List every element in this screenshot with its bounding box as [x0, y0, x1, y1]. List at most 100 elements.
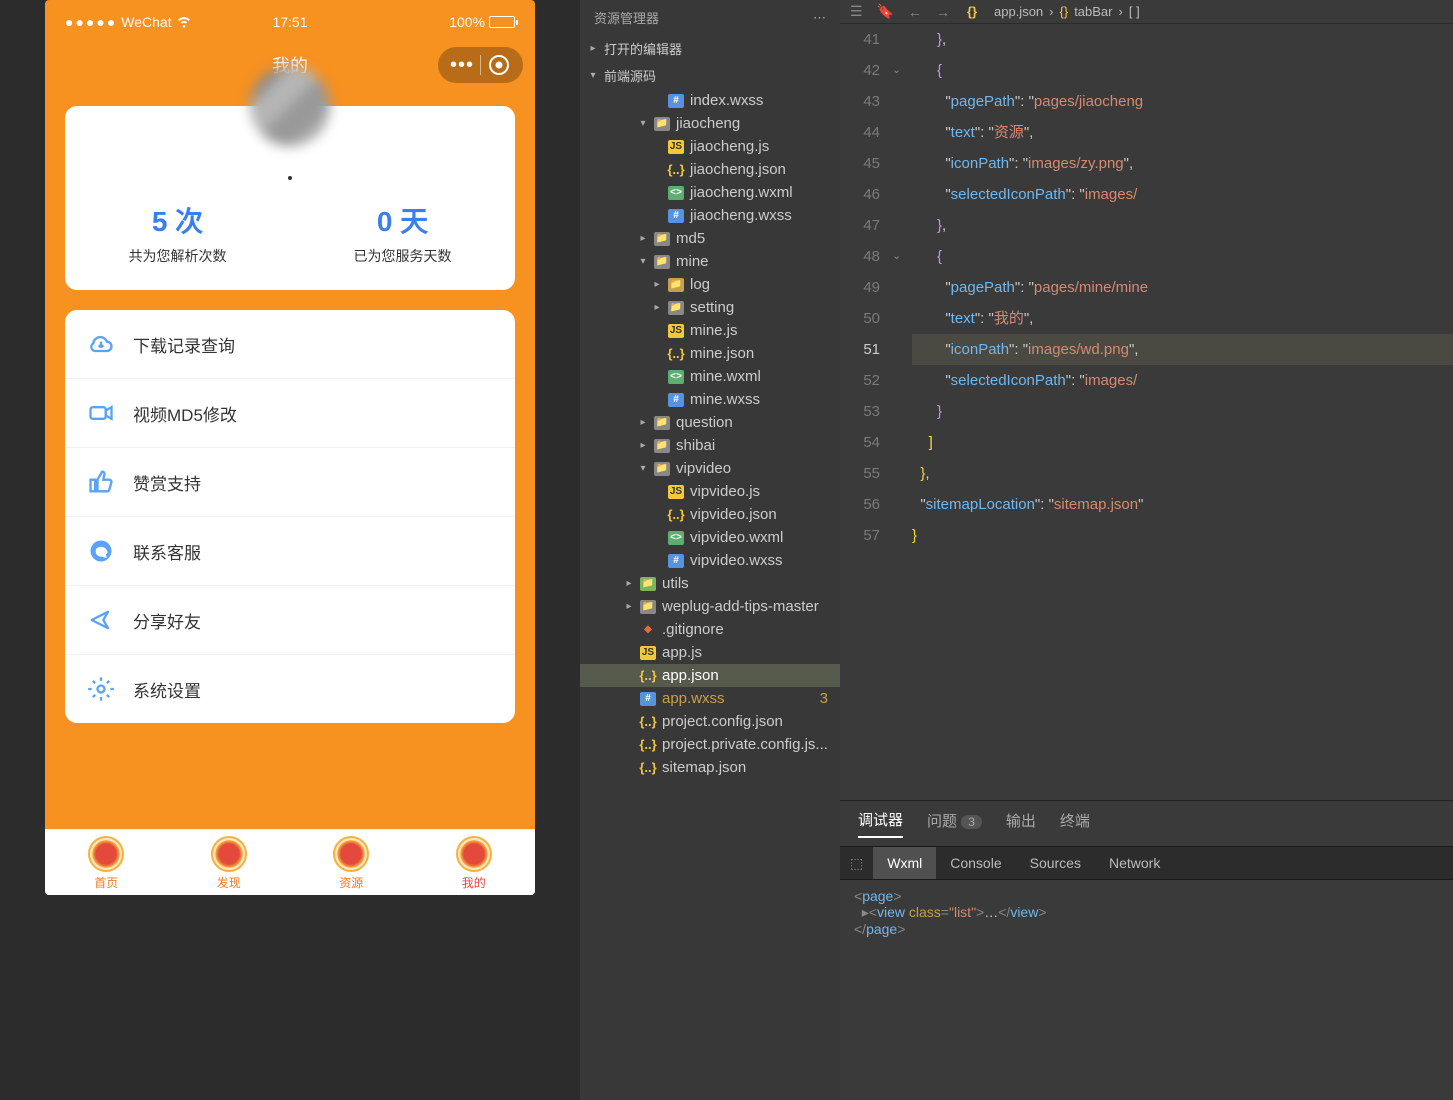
- tab-资源[interactable]: 资源: [333, 836, 369, 891]
- file-name: mine: [676, 253, 709, 270]
- tree-item[interactable]: {..} vipvideo.json: [580, 503, 840, 526]
- tree-item[interactable]: ▸ 📁 question: [580, 411, 840, 434]
- menu-label: 联系客服: [133, 539, 201, 564]
- debug-tabs: 调试器问题 3 输出终端: [840, 801, 1453, 846]
- file-name: sitemap.json: [662, 759, 746, 776]
- tree-item[interactable]: # mine.wxss: [580, 388, 840, 411]
- wifi-icon: [176, 13, 192, 32]
- bookmark-icon[interactable]: 🔖: [877, 3, 894, 20]
- tree-item[interactable]: # index.wxss: [580, 89, 840, 112]
- root-section[interactable]: ▾ 前端源码: [580, 62, 840, 89]
- debug-tab-终端[interactable]: 终端: [1060, 810, 1090, 837]
- tree-item[interactable]: JS app.js: [580, 641, 840, 664]
- cloud-download-icon: [87, 330, 115, 358]
- debug-tab-调试器[interactable]: 调试器: [858, 809, 903, 838]
- tree-item[interactable]: <> vipvideo.wxml: [580, 526, 840, 549]
- tree-item[interactable]: JS mine.js: [580, 319, 840, 342]
- stat-item: 5 次 共为您解析次数: [129, 200, 227, 266]
- menu-item-video[interactable]: 视频MD5修改: [65, 379, 515, 448]
- breadcrumb[interactable]: app.json› {}tabBar› [ ]: [994, 4, 1140, 19]
- gear-icon: [87, 675, 115, 703]
- capsule-close-button[interactable]: [481, 47, 517, 83]
- more-icon[interactable]: ⋯: [813, 10, 826, 26]
- tree-item[interactable]: {..} project.config.json: [580, 710, 840, 733]
- list-icon[interactable]: ☰: [850, 3, 863, 20]
- tree-item[interactable]: ▸ 📁 setting: [580, 296, 840, 319]
- tree-item[interactable]: # app.wxss 3: [580, 687, 840, 710]
- code-editor[interactable]: 4142434445464748495051525354555657 ⌄⌄ },…: [840, 24, 1453, 800]
- menu-item-thumb-up[interactable]: 赞赏支持: [65, 448, 515, 517]
- tree-item[interactable]: ▸ 📁 weplug-add-tips-master: [580, 595, 840, 618]
- tree-item[interactable]: ▾ 📁 mine: [580, 250, 840, 273]
- stat-item: 0 天 已为您服务天数: [354, 200, 452, 266]
- devtools-tab-Sources[interactable]: Sources: [1016, 847, 1095, 879]
- tree-item[interactable]: JS vipvideo.js: [580, 480, 840, 503]
- file-name: .gitignore: [662, 621, 724, 638]
- tree-item[interactable]: ◆ .gitignore: [580, 618, 840, 641]
- stat-label: 共为您解析次数: [129, 246, 227, 266]
- file-name: utils: [662, 575, 689, 592]
- menu-item-share[interactable]: 分享好友: [65, 586, 515, 655]
- tabbar: 首页 发现 资源 我的: [45, 829, 535, 895]
- devtools-tab-Console[interactable]: Console: [936, 847, 1015, 879]
- devtools-tab-Wxml[interactable]: Wxml: [873, 847, 936, 879]
- tab-label: 发现: [217, 874, 241, 891]
- debug-panel: 调试器问题 3输出终端 ⬚ WxmlConsoleSourcesNetwork …: [840, 800, 1453, 1100]
- file-name: vipvideo.json: [690, 506, 777, 523]
- tree-item[interactable]: ▾ 📁 jiaocheng: [580, 112, 840, 135]
- tree-item[interactable]: # vipvideo.wxss: [580, 549, 840, 572]
- battery-percent: 100%: [449, 14, 485, 30]
- open-editors-section[interactable]: ▸ 打开的编辑器: [580, 35, 840, 62]
- tab-label: 资源: [339, 874, 363, 891]
- file-name: project.config.json: [662, 713, 783, 730]
- menu-item-gear[interactable]: 系统设置: [65, 655, 515, 723]
- file-tree[interactable]: # index.wxss ▾ 📁 jiaocheng JS jiaocheng.…: [580, 89, 840, 1100]
- file-name: weplug-add-tips-master: [662, 598, 819, 615]
- tree-item[interactable]: {..} app.json: [580, 664, 840, 687]
- file-name: question: [676, 414, 733, 431]
- tab-发现[interactable]: 发现: [211, 836, 247, 891]
- debug-tab-问题[interactable]: 问题 3: [927, 810, 982, 837]
- tree-item[interactable]: ▸ 📁 shibai: [580, 434, 840, 457]
- tab-icon: [88, 836, 124, 872]
- forward-icon[interactable]: →: [936, 4, 950, 20]
- modified-badge: 3: [820, 690, 836, 707]
- tree-item[interactable]: {..} project.private.config.js...: [580, 733, 840, 756]
- tree-item[interactable]: {..} jiaocheng.json: [580, 158, 840, 181]
- tab-icon: [211, 836, 247, 872]
- share-icon: [87, 606, 115, 634]
- menu-item-chat[interactable]: 联系客服: [65, 517, 515, 586]
- tree-item[interactable]: # jiaocheng.wxss: [580, 204, 840, 227]
- file-name: vipvideo: [676, 460, 731, 477]
- pager-dot: [288, 176, 292, 180]
- tree-item[interactable]: <> jiaocheng.wxml: [580, 181, 840, 204]
- tree-item[interactable]: {..} sitemap.json: [580, 756, 840, 779]
- inspect-icon[interactable]: ⬚: [840, 849, 873, 878]
- avatar[interactable]: [250, 66, 330, 146]
- file-name: mine.wxss: [690, 391, 760, 408]
- tree-item[interactable]: ▾ 📁 vipvideo: [580, 457, 840, 480]
- back-icon[interactable]: ←: [908, 4, 922, 20]
- dom-inspector[interactable]: <page> ▸<view class="list">…</view> </pa…: [840, 880, 1453, 945]
- tree-item[interactable]: JS jiaocheng.js: [580, 135, 840, 158]
- file-name: vipvideo.wxss: [690, 552, 783, 569]
- tab-我的[interactable]: 我的: [456, 836, 492, 891]
- file-name: jiaocheng.wxss: [690, 207, 792, 224]
- file-name: jiaocheng.json: [690, 161, 786, 178]
- devtools-tab-Network[interactable]: Network: [1095, 847, 1174, 879]
- tab-label: 首页: [94, 874, 118, 891]
- file-name: log: [690, 276, 710, 293]
- menu-label: 赞赏支持: [133, 470, 201, 495]
- tree-item[interactable]: ▸ 📁 utils: [580, 572, 840, 595]
- menu-item-cloud-download[interactable]: 下载记录查询: [65, 310, 515, 379]
- tree-item[interactable]: {..} mine.json: [580, 342, 840, 365]
- capsule-more-button[interactable]: •••: [444, 47, 480, 83]
- debug-tab-输出[interactable]: 输出: [1006, 810, 1036, 837]
- file-name: vipvideo.js: [690, 483, 760, 500]
- tree-item[interactable]: ▸ 📁 md5: [580, 227, 840, 250]
- video-icon: [87, 399, 115, 427]
- tree-item[interactable]: <> mine.wxml: [580, 365, 840, 388]
- file-name: jiaocheng.js: [690, 138, 769, 155]
- tree-item[interactable]: ▸ 📁 log: [580, 273, 840, 296]
- tab-首页[interactable]: 首页: [88, 836, 124, 891]
